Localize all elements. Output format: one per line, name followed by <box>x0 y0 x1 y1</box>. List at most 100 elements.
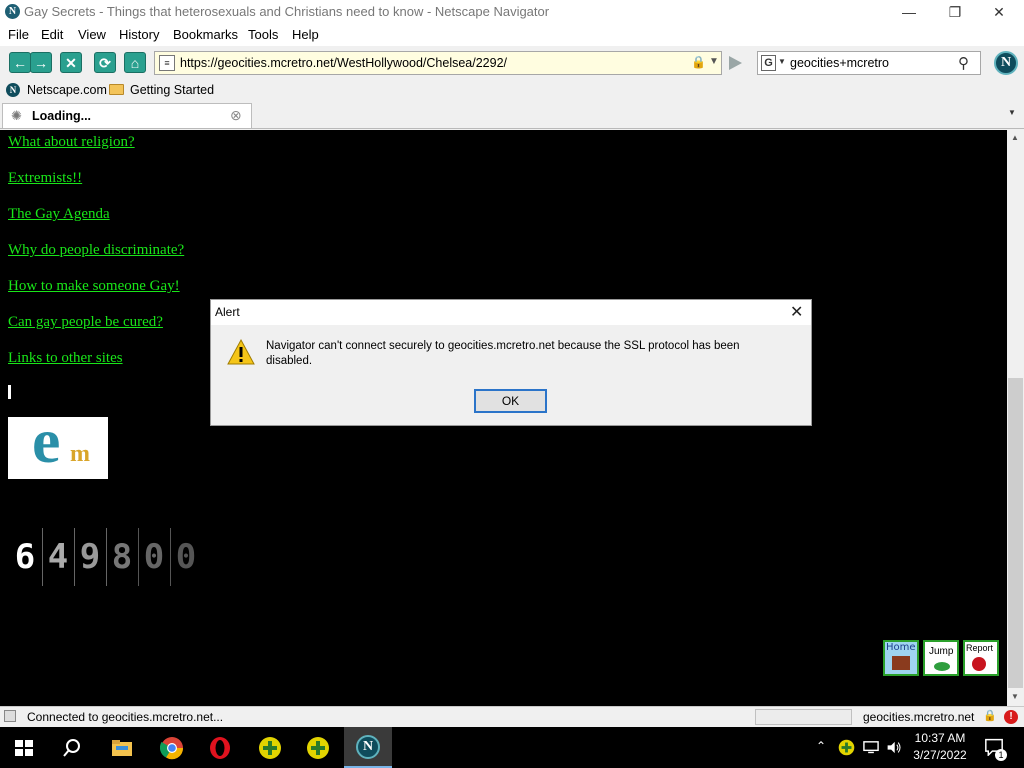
stop-icon: ✕ <box>65 55 77 71</box>
scroll-up-icon[interactable]: ▲ <box>1011 133 1019 142</box>
tray-plus-icon[interactable] <box>838 739 855 756</box>
title-bar: N Gay Secrets - Things that heterosexual… <box>0 0 1024 24</box>
go-button[interactable] <box>726 54 744 72</box>
network-icon[interactable] <box>862 739 880 756</box>
link-can-gay-people-be-cured[interactable]: Can gay people be cured? <box>8 314 163 331</box>
plus-app-icon[interactable] <box>258 736 282 760</box>
back-arrow-icon: ← <box>13 55 27 71</box>
vertical-scrollbar[interactable]: ▲ ▼ <box>1007 130 1024 706</box>
status-text: Connected to geocities.mcretro.net... <box>27 710 224 724</box>
netscape-icon: N <box>356 735 380 759</box>
menu-bar: File Edit View History Bookmarks Tools H… <box>0 24 1024 46</box>
tab-list-dropdown-icon[interactable]: ▼ <box>1008 108 1016 117</box>
dialog-title: Alert <box>215 305 240 319</box>
counter-digit: 0 <box>138 528 169 586</box>
home-badge-label: Home <box>886 642 916 653</box>
menu-view[interactable]: View <box>78 27 106 42</box>
em-logo[interactable]: e m <box>8 409 108 479</box>
progress-bar <box>755 709 852 725</box>
taskbar: N ⌃ 10:37 AM 3/27/2022 1 <box>0 727 1024 768</box>
plus-app-icon[interactable] <box>306 736 330 760</box>
page-icon: ≡ <box>159 55 175 71</box>
counter-digit: 8 <box>106 528 137 586</box>
error-icon[interactable]: ! <box>1004 710 1018 724</box>
warning-icon <box>227 338 255 365</box>
house-icon <box>892 656 910 670</box>
text-cursor <box>8 385 11 399</box>
reload-button[interactable]: ⟳ <box>94 52 116 73</box>
go-arrow-icon <box>729 56 742 70</box>
forward-arrow-icon: → <box>34 55 48 71</box>
address-bar[interactable]: ≡ https://geocities.mcretro.net/WestHoll… <box>154 51 722 75</box>
counter-digit: 0 <box>170 528 201 586</box>
em-logo-m: m <box>70 441 90 467</box>
menu-history[interactable]: History <box>119 27 159 42</box>
menu-tools[interactable]: Tools <box>248 27 278 42</box>
link-gay-agenda[interactable]: The Gay Agenda <box>8 206 110 223</box>
search-engine-dropdown-icon[interactable]: ▼ <box>778 57 786 66</box>
lock-icon[interactable]: 🔒 <box>691 55 706 69</box>
bookmark-getting-started[interactable]: Getting Started <box>130 83 214 97</box>
tray-expand-icon[interactable]: ⌃ <box>816 739 826 753</box>
home-button[interactable]: ⌂ <box>124 52 146 73</box>
menu-help[interactable]: Help <box>292 27 319 42</box>
dialog-title-bar: Alert ✕ <box>211 300 811 325</box>
report-badge[interactable]: Report <box>963 640 999 676</box>
folder-icon <box>109 84 124 95</box>
menu-file[interactable]: File <box>8 27 29 42</box>
ok-button[interactable]: OK <box>474 389 547 413</box>
clock-date[interactable]: 3/27/2022 <box>910 748 970 762</box>
scrollbar-thumb[interactable] <box>1008 378 1023 688</box>
ladybug-icon <box>972 657 986 671</box>
windows-start-icon[interactable] <box>12 736 36 760</box>
search-input[interactable]: geocities+mcretro <box>790 56 889 70</box>
link-what-about-religion[interactable]: What about religion? <box>8 134 135 151</box>
clock-time[interactable]: 10:37 AM <box>910 731 970 745</box>
dialog-close-icon[interactable]: ✕ <box>790 302 803 322</box>
file-explorer-icon[interactable] <box>110 736 134 760</box>
notification-count-badge: 1 <box>995 749 1007 761</box>
search-engine-icon[interactable]: G <box>761 55 776 71</box>
reload-icon: ⟳ <box>99 55 111 71</box>
link-make-someone-gay[interactable]: How to make someone Gay! <box>8 278 180 295</box>
window-title: Gay Secrets - Things that heterosexuals … <box>24 4 550 19</box>
opera-icon[interactable] <box>208 736 232 760</box>
tab-close-icon[interactable]: ⊗ <box>230 107 242 124</box>
bookmark-netscape-com[interactable]: Netscape.com <box>27 83 107 97</box>
stop-button[interactable]: ✕ <box>60 52 82 73</box>
link-why-discriminate[interactable]: Why do people discriminate? <box>8 242 184 259</box>
volume-icon[interactable] <box>885 739 903 756</box>
chrome-icon[interactable] <box>160 736 184 760</box>
status-host: geocities.mcretro.net <box>863 710 975 724</box>
menu-bookmarks[interactable]: Bookmarks <box>173 27 238 42</box>
link-links-to-other-sites[interactable]: Links to other sites <box>8 350 123 367</box>
scroll-down-icon[interactable]: ▼ <box>1011 692 1019 701</box>
frog-icon <box>934 662 950 671</box>
security-status-icon <box>4 710 16 722</box>
jump-badge[interactable]: Jump <box>923 640 959 676</box>
link-extremists[interactable]: Extremists!! <box>8 170 82 187</box>
lock-icon[interactable]: 🔒 <box>983 709 997 722</box>
counter-digit: 9 <box>74 528 105 586</box>
netscape-logo[interactable]: N <box>994 51 1018 75</box>
search-icon[interactable] <box>60 736 84 760</box>
search-box[interactable]: G ▼ geocities+mcretro ⚲ <box>757 51 981 75</box>
maximize-button[interactable]: ❐ <box>932 0 978 24</box>
dialog-message-line1: Navigator can't connect securely to geoc… <box>266 340 740 352</box>
taskbar-netscape-active[interactable]: N <box>344 727 392 768</box>
alert-dialog: Alert ✕ Navigator can't connect securely… <box>210 299 812 426</box>
back-button[interactable]: ← <box>9 52 31 73</box>
netscape-app-icon: N <box>5 4 20 19</box>
forward-button[interactable]: → <box>30 52 52 73</box>
status-bar: Connected to geocities.mcretro.net... ge… <box>0 706 1024 728</box>
home-badge[interactable]: Home <box>883 640 919 676</box>
url-text[interactable]: https://geocities.mcretro.net/WestHollyw… <box>180 56 507 70</box>
menu-edit[interactable]: Edit <box>41 27 63 42</box>
url-dropdown-icon[interactable]: ▼ <box>709 56 719 67</box>
tab-loading[interactable]: ✺ Loading... ⊗ <box>2 103 252 128</box>
close-window-button[interactable]: ✕ <box>976 0 1022 24</box>
netscape-icon: N <box>6 83 20 97</box>
search-icon[interactable]: ⚲ <box>958 54 969 72</box>
minimize-button[interactable]: — <box>886 0 932 24</box>
home-icon: ⌂ <box>130 55 140 71</box>
